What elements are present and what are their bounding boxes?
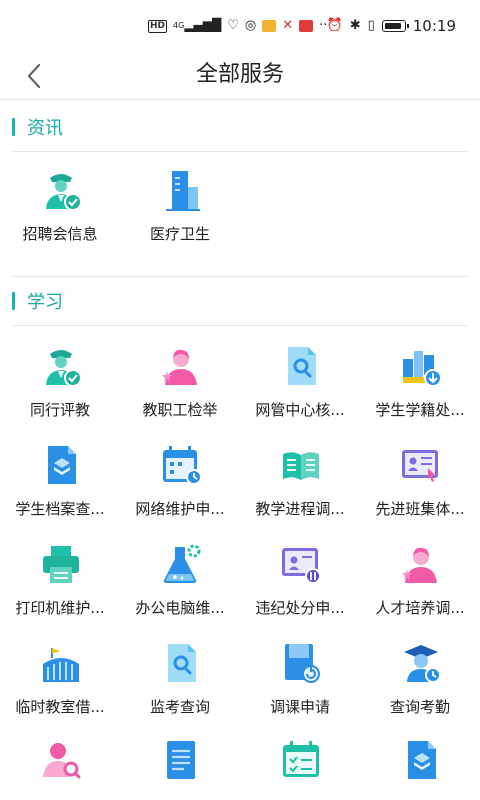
book-refresh-icon xyxy=(285,644,320,683)
section-header-study: 学习 xyxy=(12,289,63,313)
section-title: 学习 xyxy=(27,292,63,313)
layers-document-icon xyxy=(48,446,76,484)
service-tile[interactable]: 打印机维护... xyxy=(0,543,120,643)
document-search-icon xyxy=(168,644,196,682)
officer-check-icon xyxy=(46,174,82,211)
service-tile[interactable] xyxy=(360,739,480,800)
status-bar: HD 4G▂▄▆█ ♡ ◎ ✕ ··· ⏰ ✱ ▯ 10:19 xyxy=(0,0,480,52)
service-tile[interactable]: 网络维护申... xyxy=(120,444,240,544)
service-label: 招聘会信息 xyxy=(22,225,98,243)
id-card-cursor-icon xyxy=(402,450,438,482)
open-book-icon xyxy=(283,452,319,480)
service-tile[interactable]: 同行评教 xyxy=(0,345,120,445)
person-search-icon xyxy=(43,743,81,779)
service-tile[interactable]: 学生学籍处... xyxy=(360,345,480,445)
battery-icon xyxy=(381,20,409,32)
service-tile[interactable]: 医疗卫生 xyxy=(120,169,240,269)
status-left-icons: HD 4G▂▄▆█ ♡ ◎ ✕ ··· xyxy=(148,16,332,36)
news-app-icon xyxy=(299,20,314,32)
service-tile[interactable]: 办公电脑维... xyxy=(120,543,240,643)
service-tile[interactable] xyxy=(0,739,120,800)
hospital-building-icon xyxy=(166,171,200,211)
alarm-icon: ⏰ xyxy=(326,18,343,33)
flask-gear-icon xyxy=(163,544,201,583)
service-tile[interactable]: 先进班集体... xyxy=(360,444,480,544)
section-divider xyxy=(12,325,468,326)
service-tile[interactable]: 教职工检举 xyxy=(120,345,240,445)
id-card-adjust-icon xyxy=(282,548,321,584)
person-pink-icon xyxy=(402,547,437,583)
service-label: 先进班集体... xyxy=(375,500,465,518)
calendar-clock-icon xyxy=(163,446,202,485)
hd-icon: HD xyxy=(148,19,168,33)
service-tile[interactable]: 教学进程调... xyxy=(240,444,360,544)
service-label: 打印机维护... xyxy=(15,599,105,617)
service-tile[interactable]: 人才培养调... xyxy=(360,543,480,643)
section-accent-bar xyxy=(12,118,15,136)
service-label: 人才培养调... xyxy=(375,599,465,617)
service-tile[interactable] xyxy=(120,739,240,800)
clock-time: 10:19 xyxy=(412,17,456,35)
section-divider xyxy=(12,276,468,277)
text-document-icon xyxy=(167,741,195,779)
service-list[interactable]: 资讯 学习 招聘会信息 医疗卫生同行评教 教职工检举 网管中心核... 学生学籍处...… xyxy=(0,101,480,800)
section-header-news: 资讯 xyxy=(12,115,63,139)
calendar-check-icon xyxy=(283,741,319,777)
bluetooth-icon: ✱ xyxy=(349,18,361,33)
service-label: 违纪处分申... xyxy=(255,599,345,617)
service-label: 同行评教 xyxy=(29,401,90,419)
document-search-icon xyxy=(288,347,316,385)
signal-icon: 4G▂▄▆█ xyxy=(173,18,222,32)
network-label: 4G xyxy=(173,21,185,30)
section-title: 资讯 xyxy=(27,118,63,139)
buildings-download-icon xyxy=(403,351,442,387)
service-label: 监考查询 xyxy=(149,698,210,716)
stadium-icon xyxy=(43,648,79,682)
service-tile[interactable]: 网管中心核... xyxy=(240,345,360,445)
service-label: 学生档案查... xyxy=(15,500,105,518)
officer-check-icon xyxy=(46,350,82,387)
service-label: 医疗卫生 xyxy=(149,225,210,243)
service-label: 网管中心核... xyxy=(255,401,345,419)
service-label: 学生学籍处... xyxy=(375,401,465,419)
service-label: 办公电脑维... xyxy=(135,599,225,617)
service-tile[interactable]: 调课申请 xyxy=(240,642,360,742)
service-label: 查询考勤 xyxy=(389,698,450,716)
service-tile[interactable]: 违纪处分申... xyxy=(240,543,360,643)
graduate-clock-icon xyxy=(404,645,441,683)
service-label: 调课申请 xyxy=(269,698,330,716)
mail-app-icon xyxy=(262,20,277,32)
service-tile[interactable] xyxy=(240,739,360,800)
vibrate-icon: ▯ xyxy=(367,18,375,33)
service-label: 网络维护申... xyxy=(135,500,225,518)
service-label: 教职工检举 xyxy=(142,401,218,419)
service-tile[interactable]: 临时教室借... xyxy=(0,642,120,742)
wechat-icon: ◎ xyxy=(244,18,257,33)
service-tile[interactable]: 招聘会信息 xyxy=(0,169,120,269)
nav-bar: 全部服务 xyxy=(0,52,480,100)
service-label: 临时教室借... xyxy=(15,698,105,716)
printer-icon xyxy=(43,546,79,583)
page-title: 全部服务 xyxy=(195,62,284,87)
service-tile[interactable]: 查询考勤 xyxy=(360,642,480,742)
heart-icon: ♡ xyxy=(227,18,239,33)
service-tile[interactable]: 监考查询 xyxy=(120,642,240,742)
service-label: 教学进程调... xyxy=(255,500,345,518)
section-divider xyxy=(12,151,468,152)
person-pink-icon xyxy=(162,349,197,385)
app-icon: ✕ xyxy=(282,18,294,33)
status-right-icons: ⏰ ✱ ▯ 10:19 xyxy=(327,16,456,36)
section-accent-bar xyxy=(12,292,15,310)
service-tile[interactable]: 学生档案查... xyxy=(0,444,120,544)
layers-document-icon xyxy=(408,741,436,779)
